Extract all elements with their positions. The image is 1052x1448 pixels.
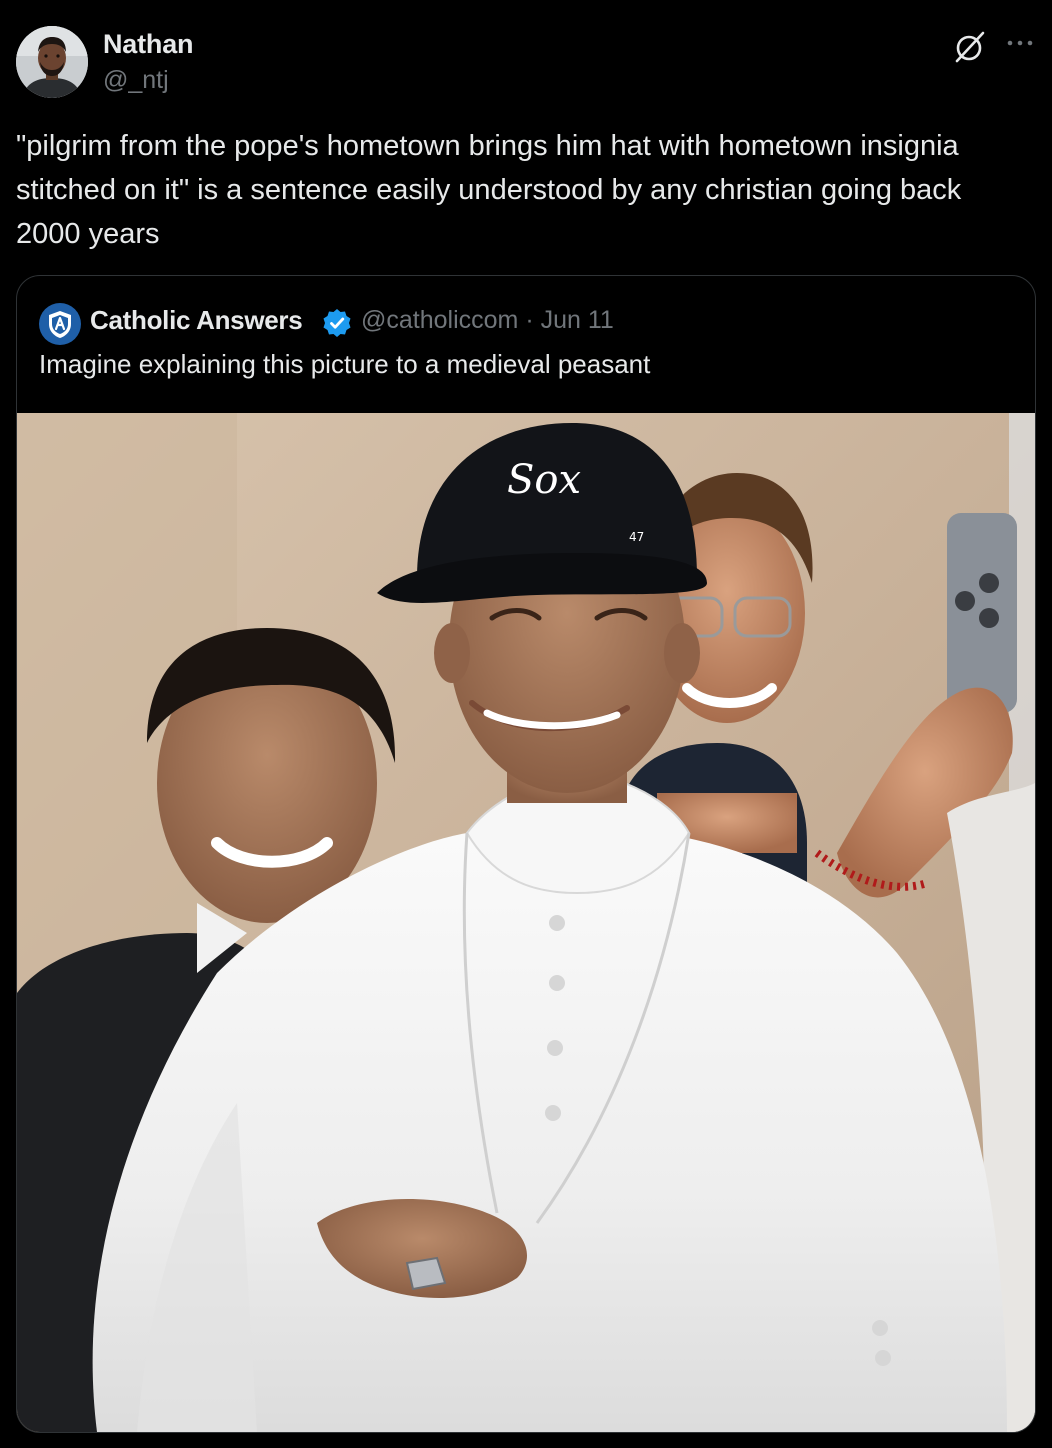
verified-badge-icon: [321, 307, 353, 339]
quoted-post-text: Imagine explaining this picture to a med…: [39, 349, 651, 379]
quoted-post-photo[interactable]: Sox 47: [17, 413, 1035, 1432]
quoted-post[interactable]: Catholic Answers @catholiccom · Jun 11 I…: [16, 275, 1036, 1433]
more-horizontal-icon[interactable]: [1002, 30, 1038, 60]
cap-logo: Sox: [507, 457, 581, 503]
quoted-author-name[interactable]: Catholic Answers: [90, 305, 303, 336]
post: Nathan @_ntj "pilgrim from the pope's ho…: [0, 0, 1052, 1448]
quoted-meta: @catholiccom · Jun 11: [361, 306, 614, 335]
meta-separator: ·: [525, 306, 534, 334]
author-name[interactable]: Nathan: [103, 29, 194, 60]
avatar-photo-icon: [16, 26, 88, 98]
quoted-post-date[interactable]: Jun 11: [541, 306, 614, 334]
quoted-author-handle[interactable]: @catholiccom: [361, 306, 518, 334]
cap-brand-label: 47: [629, 530, 644, 544]
author-handle[interactable]: @_ntj: [103, 66, 169, 95]
grok-slash-circle-icon[interactable]: [953, 30, 987, 64]
post-text: "pilgrim from the pope's hometown brings…: [16, 130, 962, 250]
catholic-answers-shield-logo-icon[interactable]: [39, 303, 81, 345]
author-avatar[interactable]: [16, 26, 88, 98]
